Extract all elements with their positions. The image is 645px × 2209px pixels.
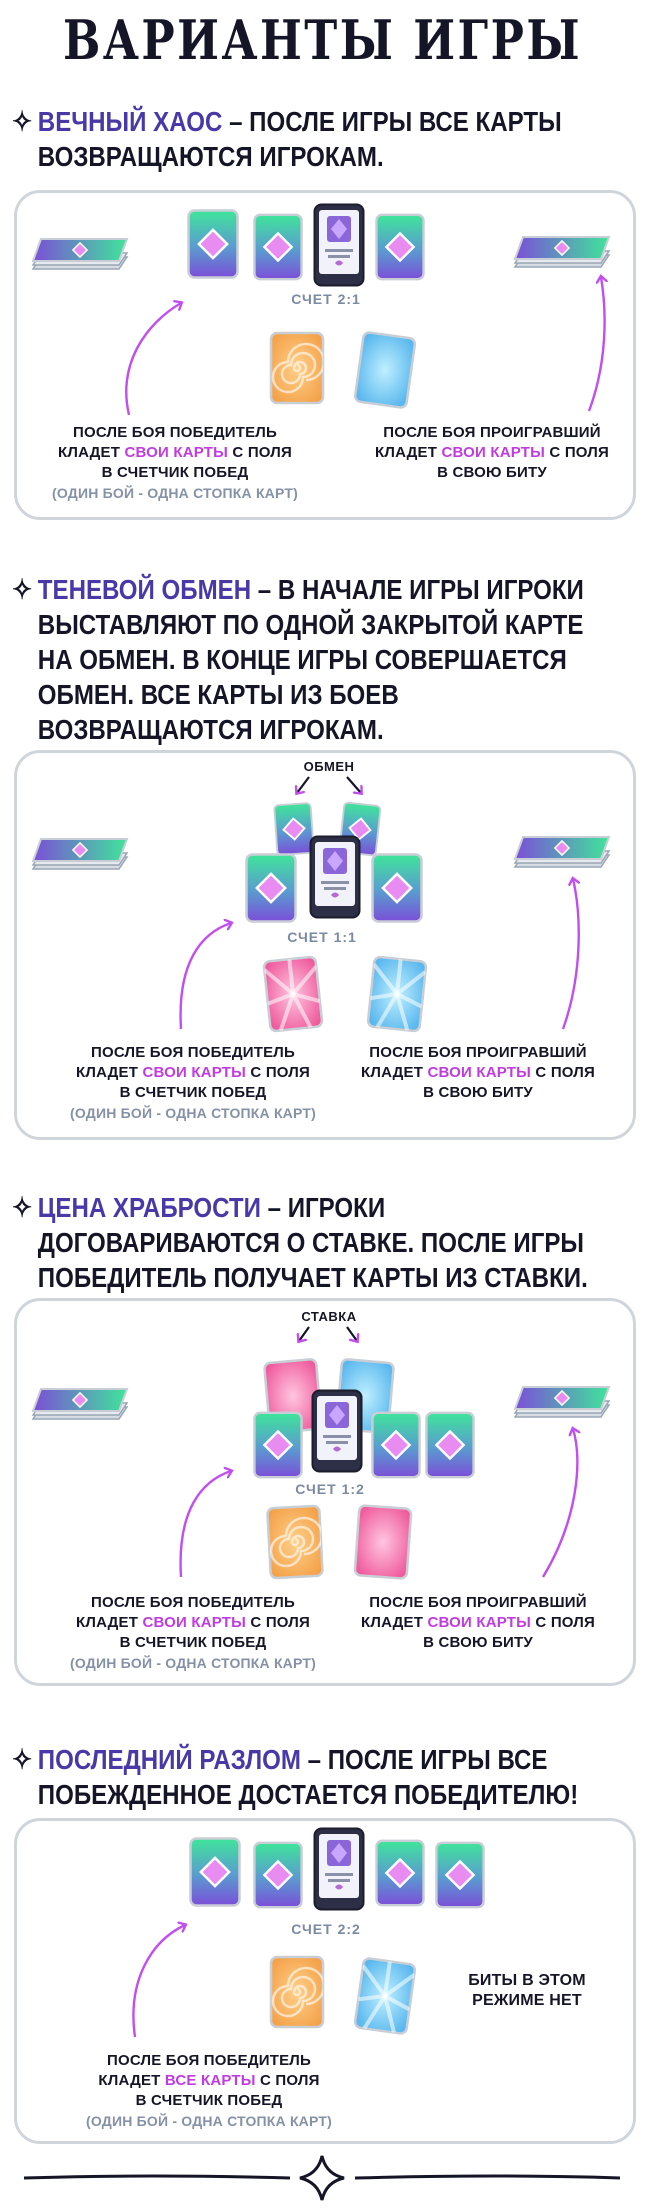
arrow-to-discard: [587, 277, 605, 412]
no-discard-note: БИТЫ В ЭТОМ РЕЖИМЕ НЕТ: [468, 1972, 586, 2009]
arrow-to-win-counter: [132, 1925, 185, 2038]
stake-arrow: [346, 1326, 357, 1341]
winner-caption: ПОСЛЕ БОЯ ПОБЕДИТЕЛЬ КЛАДЕТ СВОИ КАРТЫ С…: [70, 1044, 316, 1121]
section-heading-last-rift: ✧ ПОСЛЕДНИЙ РАЗЛОМ – ПОСЛЕ ИГРЫ ВСЕ ПОБЕЖ…: [12, 1744, 579, 1810]
field-card: [375, 213, 425, 281]
mode-diagram-panel: ОБМЕН СЧЕТ 1:1 ПОСЛЕ БОЯ ПОБЕДИТЕЛЬ КЛАД…: [14, 750, 636, 1140]
winner-caption: ПОСЛЕ БОЯ ПОБЕДИТЕЛЬ КЛАДЕТ ВСЕ КАРТЫ С …: [86, 2052, 332, 2129]
score-phone-icon: [309, 835, 361, 919]
page-title: ВАРИАНТЫ ИГРЫ: [62, 8, 582, 72]
player-deck-right: [514, 1386, 610, 1418]
section-heading-eternal-chaos: ✧ ВЕЧНЫЙ ХАОС – ПОСЛЕ ИГРЫ ВСЕ КАРТЫ ВОЗВ…: [12, 106, 562, 172]
footer-divider: [23, 2155, 621, 2201]
player-card-blue: [353, 331, 417, 409]
player-deck-left: [32, 238, 128, 270]
loser-caption: ПОСЛЕ БОЯ ПРОИГРАВШИЙ КЛАДЕТ СВОИ КАРТЫ …: [374, 424, 609, 481]
score-label: СЧЕТ 2:2: [291, 1921, 361, 1937]
sparkle-icon: ✧: [12, 106, 33, 137]
player-card-pink: [353, 1504, 413, 1580]
player-deck-right: [514, 236, 610, 268]
field-card: [187, 209, 239, 279]
field-card: [253, 1841, 303, 1909]
mode-diagram-panel: СЧЕТ 2:1 ПОСЛЕ БОЯ ПОБЕДИТЕЛЬ КЛАДЕТ СВО…: [14, 190, 636, 520]
player-deck-left: [32, 1388, 128, 1420]
score-phone-icon: [313, 203, 365, 287]
mode-name: ЦЕНА ХРАБРОСТИ: [37, 1192, 261, 1223]
arrow-to-win-counter: [125, 303, 181, 416]
mode-name: ПОСЛЕДНИЙ РАЗЛОМ: [37, 1744, 301, 1775]
field-card: [371, 853, 423, 923]
section-heading-shadow-exchange: ✧ ТЕНЕВОЙ ОБМЕН – В НАЧАЛЕ ИГРЫ ИГРОКИ ВЫ…: [12, 574, 584, 745]
player-deck-right: [514, 836, 610, 868]
sparkle-icon: ✧: [12, 1744, 33, 1775]
mode-diagram-panel: СТАВКА СЧЕТ 1:2 ПОСЛЕ БОЯ ПОБЕДИТЕЛЬ КЛА…: [14, 1298, 636, 1686]
field-card: [189, 1837, 241, 1907]
field-card: [245, 853, 297, 923]
winner-caption: ПОСЛЕ БОЯ ПОБЕДИТЕЛЬ КЛАДЕТ СВОИ КАРТЫ С…: [70, 1594, 316, 1671]
mode-diagram-panel: СЧЕТ 2:2 БИТЫ В ЭТОМ РЕЖИМЕ НЕТ ПОСЛЕ БО…: [14, 1818, 636, 2144]
stake-arrow: [299, 1326, 310, 1341]
score-label: СЧЕТ 1:1: [287, 929, 357, 945]
score-label: СЧЕТ 1:2: [295, 1481, 365, 1497]
field-card: [425, 1411, 475, 1479]
arrow-to-discard: [561, 879, 579, 1030]
exchange-card: [272, 801, 316, 857]
sparkle-icon: [299, 2155, 345, 2201]
exchange-arrow: [297, 776, 310, 793]
arrow-to-win-counter: [179, 1471, 231, 1578]
score-phone-icon: [311, 1389, 363, 1473]
field-card: [375, 1839, 425, 1907]
field-card: [253, 1411, 303, 1479]
score-label: СЧЕТ 2:1: [291, 291, 361, 307]
field-card: [371, 1411, 421, 1479]
sparkle-icon: ✧: [12, 574, 33, 605]
field-card: [435, 1841, 485, 1909]
arrow-to-win-counter: [179, 923, 231, 1030]
score-phone-icon: [313, 1827, 365, 1911]
mode-name: ВЕЧНЫЙ ХАОС: [37, 106, 223, 137]
winner-caption: ПОСЛЕ БОЯ ПОБЕДИТЕЛЬ КЛАДЕТ СВОИ КАРТЫ С…: [52, 424, 298, 501]
player-deck-left: [32, 838, 128, 870]
mode-name: ТЕНЕВОЙ ОБМЕН: [37, 574, 252, 605]
field-card: [253, 213, 303, 281]
sparkle-icon: ✧: [12, 1192, 33, 1223]
section-heading-price-of-courage: ✧ ЦЕНА ХРАБРОСТИ – ИГРОКИ ДОГОВАРИВАЮТСЯ …: [12, 1192, 588, 1293]
arrow-to-discard: [541, 1429, 577, 1578]
loser-caption: ПОСЛЕ БОЯ ПРОИГРАВШИЙ КЛАДЕТ СВОИ КАРТЫ …: [360, 1044, 595, 1101]
loser-caption: ПОСЛЕ БОЯ ПРОИГРАВШИЙ КЛАДЕТ СВОИ КАРТЫ …: [360, 1594, 595, 1651]
exchange-arrow: [346, 776, 361, 793]
